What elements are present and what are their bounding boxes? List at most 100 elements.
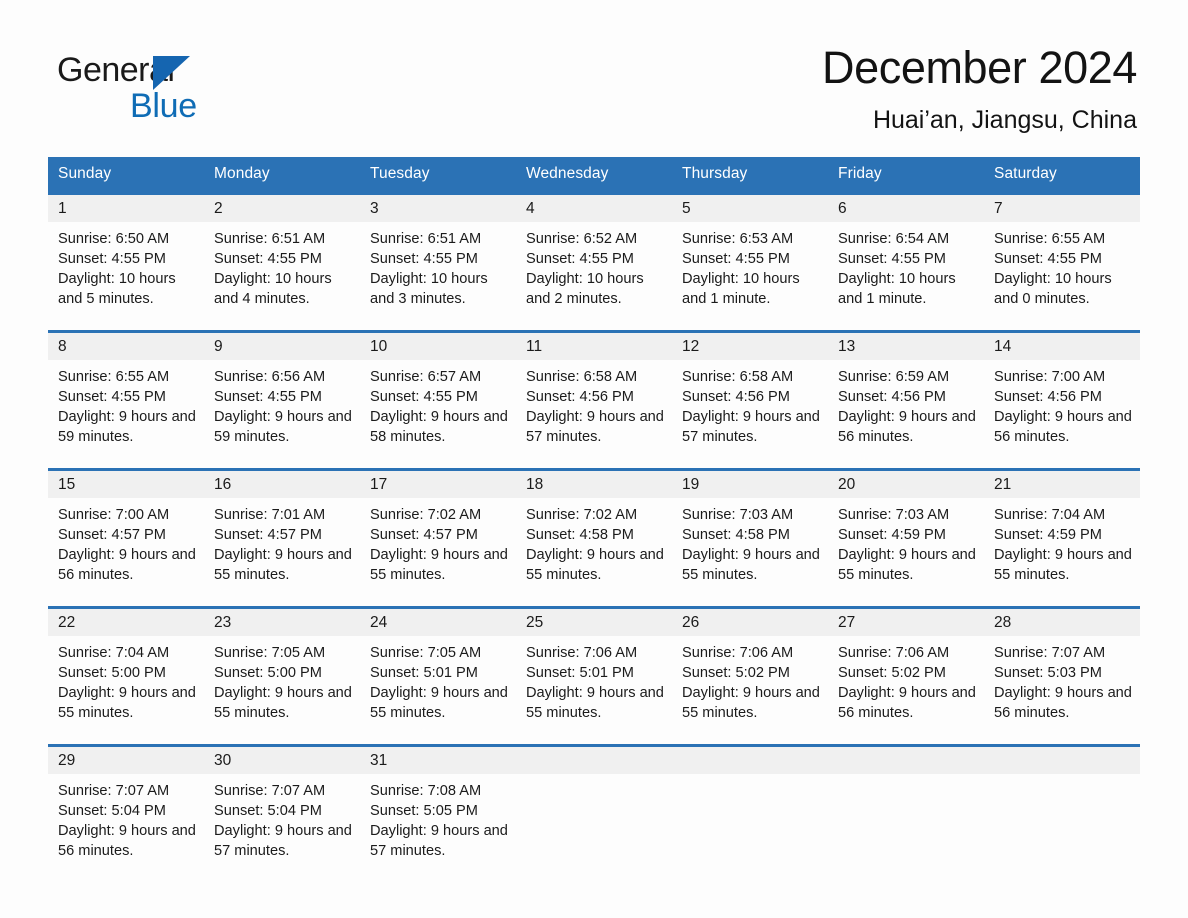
calendar-day-cell[interactable]: 7 Sunrise: 6:55 AM Sunset: 4:55 PM Daylight…: [984, 192, 1140, 318]
day-details: Sunrise: 7:05 AM Sunset: 5:00 PM Daylight:…: [204, 636, 360, 731]
day-details: Sunrise: 7:08 AM Sunset: 5:05 PM Daylight:…: [360, 774, 516, 869]
sunrise-text: Sunrise: 7:02 AM: [370, 506, 482, 523]
calendar-week-row: 15 Sunrise: 7:00 AM Sunset: 4:57 PM Dayligh…: [48, 467, 1140, 594]
sunset-text: Sunset: 4:55 PM: [526, 251, 634, 268]
calendar-day-cell[interactable]: 25 Sunrise: 7:06 AM Sunset: 5:01 PM Dayligh…: [516, 605, 672, 731]
calendar-day-cell[interactable]: 22 Sunrise: 7:04 AM Sunset: 5:00 PM Dayligh…: [48, 605, 204, 731]
logo-triangle-icon: [153, 56, 190, 90]
day-details: Sunrise: 7:07 AM Sunset: 5:03 PM Daylight:…: [984, 636, 1140, 731]
sunset-text: Sunset: 4:56 PM: [838, 388, 946, 405]
day-number: 3: [360, 195, 516, 222]
day-details: Sunrise: 7:04 AM Sunset: 4:59 PM Daylight:…: [984, 498, 1140, 593]
calendar-day-cell[interactable]: 14 Sunrise: 7:00 AM Sunset: 4:56 PM Dayligh…: [984, 329, 1140, 456]
day-number: 31: [360, 746, 516, 774]
sunrise-text: Sunrise: 7:07 AM: [58, 782, 170, 799]
calendar-day-cell[interactable]: 16 Sunrise: 7:01 AM Sunset: 4:57 PM Dayligh…: [204, 467, 360, 594]
calendar-day-cell[interactable]: 11 Sunrise: 6:58 AM Sunset: 4:56 PM Dayligh…: [516, 329, 672, 456]
calendar-week-row: 1 Sunrise: 6:50 AM Sunset: 4:55 PM Daylight…: [48, 192, 1140, 318]
daylight-text: Daylight: 9 hours and 55 minutes.: [838, 546, 976, 584]
calendar-day-cell[interactable]: 5 Sunrise: 6:53 AM Sunset: 4:55 PM Daylight…: [672, 192, 828, 318]
sunrise-text: Sunrise: 6:51 AM: [214, 231, 326, 247]
calendar-day-cell[interactable]: 10 Sunrise: 6:57 AM Sunset: 4:55 PM Dayligh…: [360, 329, 516, 456]
calendar-day-cell[interactable]: 23 Sunrise: 7:05 AM Sunset: 5:00 PM Dayligh…: [204, 605, 360, 731]
calendar-day-cell[interactable]: 12 Sunrise: 6:58 AM Sunset: 4:56 PM Dayligh…: [672, 329, 828, 456]
daylight-text: Daylight: 9 hours and 59 minutes.: [58, 409, 196, 446]
day-details: Sunrise: 7:02 AM Sunset: 4:58 PM Daylight:…: [516, 498, 672, 593]
day-number: 18: [516, 470, 672, 498]
week-spacer-cell: [48, 731, 1140, 745]
sunset-text: Sunset: 4:57 PM: [58, 526, 166, 543]
calendar-day-cell[interactable]: 24 Sunrise: 7:05 AM Sunset: 5:01 PM Dayligh…: [360, 605, 516, 731]
week-spacer-cell: [48, 455, 1140, 470]
calendar-day-cell[interactable]: 29 Sunrise: 7:07 AM Sunset: 5:04 PM Dayligh…: [48, 743, 204, 869]
calendar-table: Sunday Monday Tuesday Wednesday Thursday…: [48, 157, 1140, 869]
day-details: Sunrise: 7:01 AM Sunset: 4:57 PM Daylight:…: [204, 498, 360, 593]
calendar-day-cell[interactable]: 2 Sunrise: 6:51 AM Sunset: 4:55 PM Daylight…: [204, 192, 360, 318]
sunset-text: Sunset: 4:55 PM: [838, 251, 946, 268]
day-details: Sunrise: 6:57 AM Sunset: 4:55 PM Daylight:…: [360, 360, 516, 455]
calendar-day-cell[interactable]: 28 Sunrise: 7:07 AM Sunset: 5:03 PM Dayligh…: [984, 605, 1140, 731]
sunset-text: Sunset: 4:59 PM: [838, 526, 946, 543]
daylight-text: Daylight: 9 hours and 55 minutes.: [370, 546, 508, 584]
calendar-day-cell[interactable]: 13 Sunrise: 6:59 AM Sunset: 4:56 PM Dayligh…: [828, 329, 984, 456]
day-details: Sunrise: 6:59 AM Sunset: 4:56 PM Daylight:…: [828, 360, 984, 455]
week-spacer-row: [48, 455, 1140, 470]
calendar-day-cell[interactable]: 27 Sunrise: 7:06 AM Sunset: 5:02 PM Dayligh…: [828, 605, 984, 731]
daylight-text: Daylight: 9 hours and 57 minutes.: [214, 822, 352, 859]
day-details: Sunrise: 6:55 AM Sunset: 4:55 PM Daylight:…: [984, 222, 1140, 317]
calendar-day-cell[interactable]: 18 Sunrise: 7:02 AM Sunset: 4:58 PM Dayligh…: [516, 467, 672, 594]
calendar-day-cell[interactable]: 15 Sunrise: 7:00 AM Sunset: 4:57 PM Dayligh…: [48, 467, 204, 594]
calendar-day-cell[interactable]: 31 Sunrise: 7:08 AM Sunset: 5:05 PM Dayligh…: [360, 743, 516, 869]
day-details: Sunrise: 6:52 AM Sunset: 4:55 PM Daylight:…: [516, 222, 672, 317]
day-number: 12: [672, 332, 828, 360]
sunset-text: Sunset: 4:55 PM: [214, 251, 322, 268]
daylight-text: Daylight: 10 hours and 0 minutes.: [994, 271, 1112, 308]
sunset-text: Sunset: 4:58 PM: [526, 526, 634, 543]
calendar-day-cell[interactable]: 9 Sunrise: 6:56 AM Sunset: 4:55 PM Daylight…: [204, 329, 360, 456]
calendar-day-cell[interactable]: 30 Sunrise: 7:07 AM Sunset: 5:04 PM Dayligh…: [204, 743, 360, 869]
calendar-day-cell[interactable]: 8 Sunrise: 6:55 AM Sunset: 4:55 PM Daylight…: [48, 329, 204, 456]
day-number: 14: [984, 332, 1140, 360]
daylight-text: Daylight: 9 hours and 56 minutes.: [58, 822, 196, 859]
calendar-day-cell[interactable]: 3 Sunrise: 6:51 AM Sunset: 4:55 PM Daylight…: [360, 192, 516, 318]
sunset-text: Sunset: 4:55 PM: [994, 251, 1102, 268]
calendar-day-cell[interactable]: 19 Sunrise: 7:03 AM Sunset: 4:58 PM Dayligh…: [672, 467, 828, 594]
daylight-text: Daylight: 9 hours and 57 minutes.: [682, 409, 820, 446]
calendar-day-cell[interactable]: 17 Sunrise: 7:02 AM Sunset: 4:57 PM Dayligh…: [360, 467, 516, 594]
calendar-day-cell[interactable]: 21 Sunrise: 7:04 AM Sunset: 4:59 PM Dayligh…: [984, 467, 1140, 594]
daylight-text: Daylight: 10 hours and 1 minute.: [682, 271, 800, 308]
sunset-text: Sunset: 4:55 PM: [682, 251, 790, 268]
day-details: Sunrise: 7:07 AM Sunset: 5:04 PM Daylight:…: [48, 774, 204, 869]
calendar-day-cell[interactable]: 26 Sunrise: 7:06 AM Sunset: 5:02 PM Dayligh…: [672, 605, 828, 731]
daylight-text: Daylight: 9 hours and 56 minutes.: [838, 409, 976, 446]
day-details: Sunrise: 6:54 AM Sunset: 4:55 PM Daylight:…: [828, 222, 984, 317]
day-details: Sunrise: 7:05 AM Sunset: 5:01 PM Daylight:…: [360, 636, 516, 731]
sunrise-text: Sunrise: 7:02 AM: [526, 506, 638, 523]
calendar-day-cell[interactable]: 6 Sunrise: 6:54 AM Sunset: 4:55 PM Daylight…: [828, 192, 984, 318]
day-number: 7: [984, 195, 1140, 222]
daylight-text: Daylight: 9 hours and 58 minutes.: [370, 409, 508, 446]
daylight-text: Daylight: 9 hours and 56 minutes.: [994, 684, 1132, 721]
calendar-day-cell[interactable]: 20 Sunrise: 7:03 AM Sunset: 4:59 PM Dayligh…: [828, 467, 984, 594]
week-spacer-row: [48, 317, 1140, 332]
daylight-text: Daylight: 10 hours and 3 minutes.: [370, 271, 488, 308]
daylight-text: Daylight: 9 hours and 55 minutes.: [994, 546, 1132, 584]
calendar-day-cell[interactable]: 1 Sunrise: 6:50 AM Sunset: 4:55 PM Daylight…: [48, 192, 204, 318]
sunset-text: Sunset: 5:04 PM: [58, 802, 166, 819]
day-number: 16: [204, 470, 360, 498]
title-block: December 2024 Huai’an, Jiangsu, China: [822, 40, 1137, 137]
day-details: Sunrise: 6:53 AM Sunset: 4:55 PM Daylight:…: [672, 222, 828, 317]
day-number: 10: [360, 332, 516, 360]
day-details: Sunrise: 6:51 AM Sunset: 4:55 PM Daylight:…: [360, 222, 516, 317]
sunset-text: Sunset: 4:59 PM: [994, 526, 1102, 543]
calendar-day-cell[interactable]: 4 Sunrise: 6:52 AM Sunset: 4:55 PM Daylight…: [516, 192, 672, 318]
sunset-text: Sunset: 4:57 PM: [214, 526, 322, 543]
day-details: Sunrise: 6:50 AM Sunset: 4:55 PM Daylight:…: [48, 222, 204, 317]
calendar-body: 1 Sunrise: 6:50 AM Sunset: 4:55 PM Daylight…: [48, 192, 1140, 869]
sunrise-text: Sunrise: 7:07 AM: [214, 782, 326, 799]
general-blue-logo[interactable]: General Blue: [57, 50, 297, 140]
sunset-text: Sunset: 4:56 PM: [526, 388, 634, 405]
day-number: 30: [204, 746, 360, 774]
daylight-text: Daylight: 9 hours and 55 minutes.: [682, 546, 820, 584]
sunrise-text: Sunrise: 6:59 AM: [838, 368, 950, 385]
